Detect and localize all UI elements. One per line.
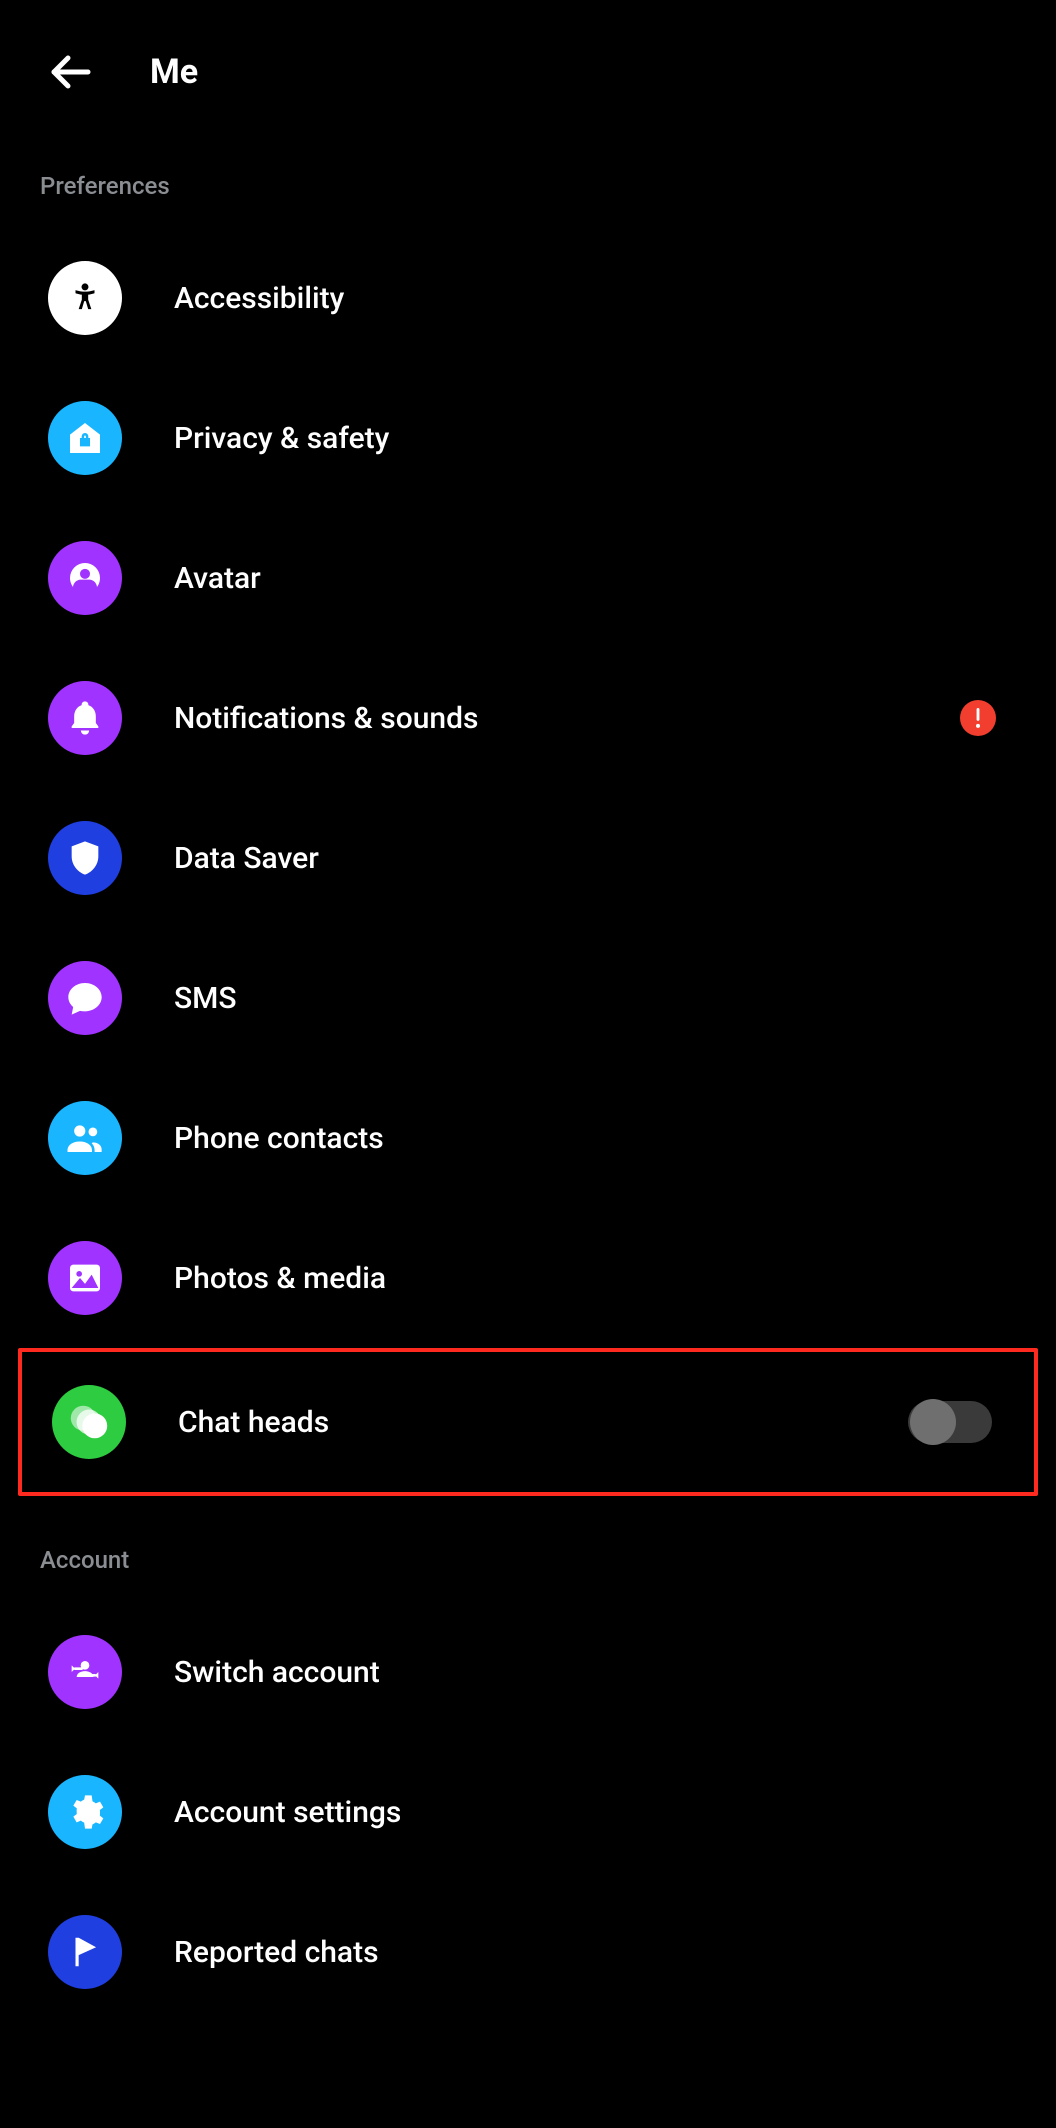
row-accessibility[interactable]: Accessibility: [0, 228, 1056, 368]
row-account-settings[interactable]: Account settings: [0, 1742, 1056, 1882]
avatar-icon: [48, 541, 122, 615]
row-label: Notifications & sounds: [174, 701, 948, 736]
flag-icon: [48, 1915, 122, 1989]
bell-icon: [48, 681, 122, 755]
house-lock-icon: [48, 401, 122, 475]
row-label: Avatar: [174, 561, 996, 596]
row-label: Data Saver: [174, 841, 996, 876]
row-label: Privacy & safety: [174, 421, 996, 456]
row-notifications-sounds[interactable]: Notifications & sounds: [0, 648, 1056, 788]
row-privacy-safety[interactable]: Privacy & safety: [0, 368, 1056, 508]
row-label: Reported chats: [174, 1935, 996, 1970]
speech-bubble-icon: [48, 961, 122, 1035]
people-icon: [48, 1101, 122, 1175]
row-switch-account[interactable]: Switch account: [0, 1602, 1056, 1742]
row-phone-contacts[interactable]: Phone contacts: [0, 1068, 1056, 1208]
row-avatar[interactable]: Avatar: [0, 508, 1056, 648]
row-label: Accessibility: [174, 281, 996, 316]
row-sms[interactable]: SMS: [0, 928, 1056, 1068]
accessibility-icon: [48, 261, 122, 335]
row-photos-media[interactable]: Photos & media: [0, 1208, 1056, 1348]
row-reported-chats[interactable]: Reported chats: [0, 1882, 1056, 2022]
back-button[interactable]: [40, 42, 100, 102]
section-header-preferences: Preferences: [0, 142, 1056, 228]
exclamation-icon: [974, 708, 982, 728]
row-label: Phone contacts: [174, 1121, 996, 1156]
arrow-left-icon: [46, 48, 94, 96]
row-label: SMS: [174, 981, 996, 1016]
row-label: Chat heads: [178, 1405, 908, 1440]
section-header-account: Account: [0, 1516, 1056, 1602]
gear-icon: [48, 1775, 122, 1849]
page-title: Me: [150, 52, 198, 92]
row-label: Photos & media: [174, 1261, 996, 1296]
row-label: Switch account: [174, 1655, 996, 1690]
shield-bars-icon: [48, 821, 122, 895]
row-data-saver[interactable]: Data Saver: [0, 788, 1056, 928]
image-icon: [48, 1241, 122, 1315]
switch-account-icon: [48, 1635, 122, 1709]
chat-heads-toggle[interactable]: [908, 1401, 992, 1443]
row-label: Account settings: [174, 1795, 996, 1830]
chat-heads-icon: [52, 1385, 126, 1459]
row-chat-heads[interactable]: Chat heads: [18, 1348, 1038, 1496]
toggle-knob: [910, 1399, 956, 1445]
alert-badge: [960, 700, 996, 736]
